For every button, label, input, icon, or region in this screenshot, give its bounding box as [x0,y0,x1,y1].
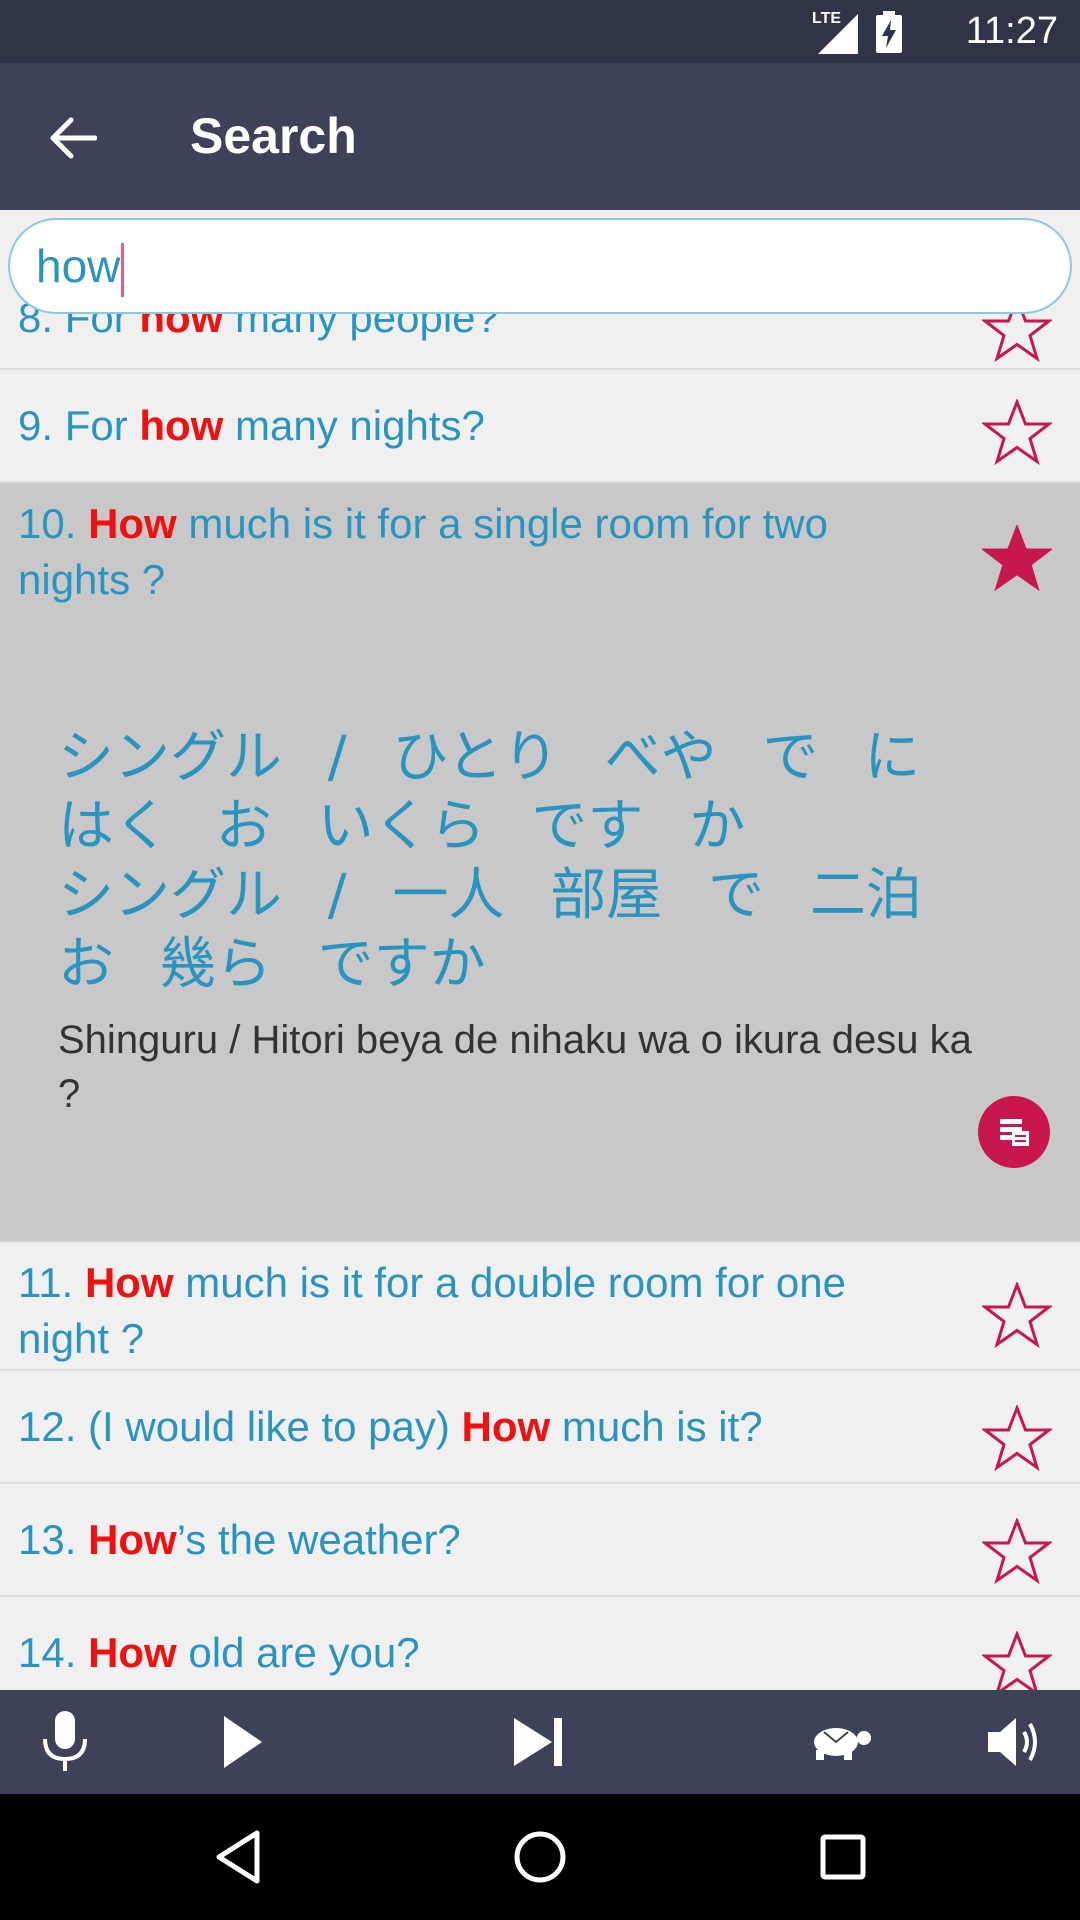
favorite-star-button[interactable] [980,1401,1054,1475]
next-button[interactable] [502,1706,574,1778]
list-item[interactable]: 14. How old are you? [0,1597,1080,1690]
status-icons: LTE [812,10,902,54]
skip-next-icon [514,1718,562,1766]
star-filled-icon [982,525,1052,591]
turtle-icon [814,1728,871,1760]
star-outline-icon [982,1631,1052,1690]
favorite-star-button[interactable] [980,1278,1054,1352]
phrase-text: 14. How old are you? [18,1629,420,1676]
favorite-star-button[interactable] [980,395,1054,469]
play-icon [224,1716,262,1768]
battery-charging-icon [876,11,902,53]
favorite-star-button[interactable] [980,1627,1054,1690]
nav-recents-button[interactable] [808,1822,878,1892]
phrase-text: 10. How much is it for a single room for… [18,500,828,603]
slow-speed-button[interactable] [800,1706,880,1778]
star-outline-icon [982,399,1052,465]
status-bar: LTE 11:27 [0,0,1080,63]
star-outline-icon [982,1282,1052,1348]
favorite-star-button[interactable] [980,521,1054,595]
circle-home-icon [514,1831,566,1883]
status-time: 11:27 [965,10,1058,52]
microphone-button[interactable] [29,1706,101,1778]
japanese-kana: シングル / ひとり べや で に はく お いくら です か [58,725,921,859]
japanese-kanji: シングル / 一人 部屋 で 二泊 お 幾ら ですか [58,863,922,997]
list-item[interactable]: 12. (I would like to pay) How much is it… [0,1371,1080,1484]
phrase-text: 11. How much is it for a double room for… [18,1259,846,1362]
system-nav-bar [0,1794,1080,1920]
romaji-text: Shinguru / Hitori beya de nihaku wa o ik… [58,1018,972,1116]
app-bar: Search [0,63,1080,210]
volume-icon [988,1718,1037,1766]
nav-back-button[interactable] [203,1822,273,1892]
page-title: Search [190,108,357,164]
favorite-star-button[interactable] [980,1514,1054,1588]
arrow-left-icon [50,117,97,159]
search-query: how [36,238,125,297]
phrase-text: 12. (I would like to pay) How much is it… [18,1403,763,1450]
search-input[interactable]: how [8,218,1072,314]
microphone-icon [43,1711,87,1771]
list-item[interactable]: 11. How much is it for a double room for… [0,1243,1080,1371]
list-item[interactable]: 13. How’s the weather? [0,1484,1080,1597]
triangle-back-icon [216,1830,260,1884]
lte-signal-icon: LTE [812,10,858,54]
list-details-icon [1000,1119,1029,1146]
list-item-expanded[interactable]: 10. How much is it for a single room for… [0,483,1080,1243]
star-outline-icon [982,1405,1052,1471]
results-list[interactable]: 8. For how many people? 9. For how many … [0,210,1080,1690]
details-button[interactable] [978,1096,1050,1168]
phrase-text: 13. How’s the weather? [18,1516,461,1563]
text-caret [121,242,125,297]
phrase-text: 9. For how many nights? [18,402,485,449]
player-bar [0,1690,1080,1794]
star-outline-icon [982,1518,1052,1584]
play-button[interactable] [206,1706,278,1778]
volume-button[interactable] [978,1706,1050,1778]
nav-home-button[interactable] [505,1822,575,1892]
square-recents-icon [820,1834,866,1880]
list-item[interactable]: 9. For how many nights? [0,370,1080,483]
back-button[interactable] [36,101,110,175]
